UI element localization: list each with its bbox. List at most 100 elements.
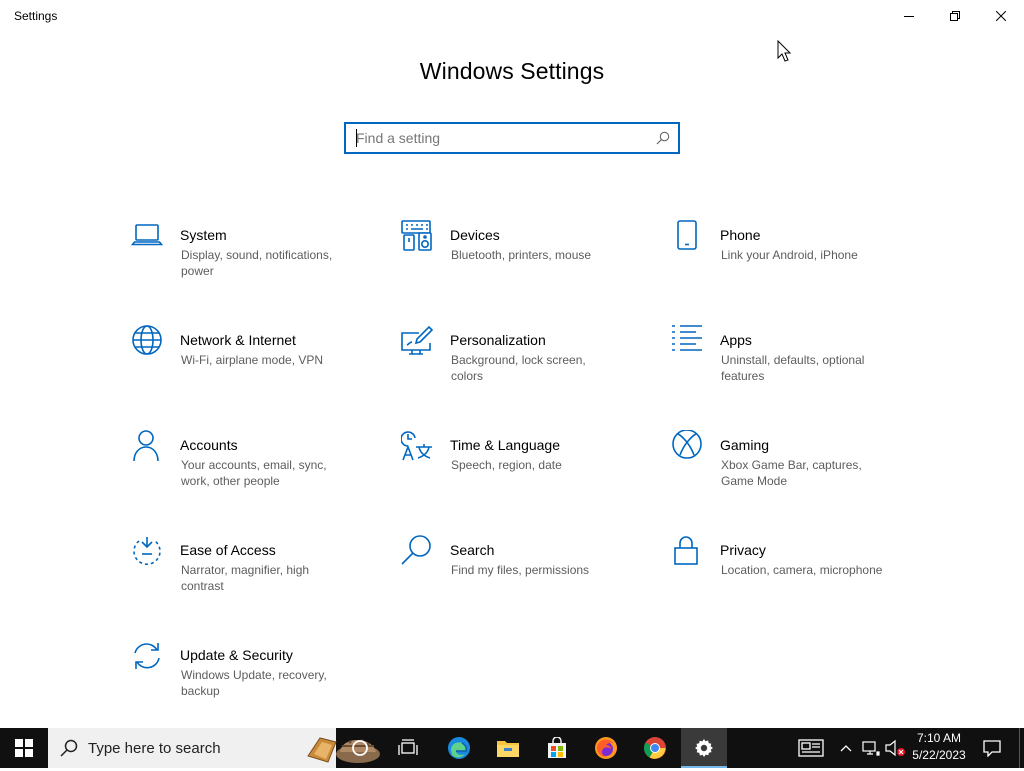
- taskbar: Type here to search 7:10 AM 5/22/2023: [0, 728, 1024, 768]
- restore-button[interactable]: [932, 0, 978, 32]
- mouse-pointer-icon: [777, 39, 792, 62]
- tile-name: Gaming: [720, 437, 770, 453]
- xbox-icon: [671, 429, 705, 464]
- settings-taskbar-button[interactable]: [681, 728, 727, 768]
- edge-taskbar-button[interactable]: [436, 728, 482, 768]
- paint-monitor-icon: [401, 325, 435, 359]
- apps-list-icon: [671, 325, 705, 359]
- person-icon: [131, 430, 165, 464]
- microsoft-store-button[interactable]: [534, 728, 580, 768]
- magnifier-icon: [401, 535, 435, 569]
- tile-name: Privacy: [720, 542, 766, 558]
- restore-icon: [950, 11, 960, 21]
- tile-name: System: [180, 227, 227, 243]
- start-button[interactable]: [0, 728, 48, 768]
- minimize-button[interactable]: [886, 0, 932, 32]
- news-icon: [798, 739, 824, 757]
- tile-description: Display, sound, notifications, power: [181, 248, 333, 278]
- chrome-icon: [644, 737, 666, 759]
- tile-name: Accounts: [180, 437, 238, 453]
- clock-date: 5/22/2023: [912, 748, 966, 762]
- window-title: Settings: [14, 9, 58, 23]
- search-icon: [60, 739, 78, 757]
- tile-description: Your accounts, email, sync, work, other …: [181, 458, 327, 488]
- clock-time: 7:10 AM: [916, 731, 962, 745]
- globe-icon: [131, 325, 165, 359]
- task-view-icon: [398, 739, 418, 755]
- firefox-icon: [595, 737, 617, 759]
- tile-search[interactable]: Search Find my files, permissions: [401, 535, 651, 615]
- lock-icon: [671, 535, 705, 569]
- tile-apps[interactable]: Apps Uninstall, defaults, optional featu…: [671, 325, 921, 405]
- volume-button[interactable]: [884, 728, 908, 768]
- show-desktop-button[interactable]: [1019, 728, 1024, 768]
- cortana-button[interactable]: [337, 728, 383, 768]
- keyboard-speaker-icon: [401, 220, 435, 254]
- tile-description: Windows Update, recovery, backup: [181, 668, 327, 698]
- tile-name: Update & Security: [180, 647, 293, 663]
- chevron-up-icon: [840, 745, 852, 752]
- search-icon[interactable]: [656, 131, 670, 145]
- time-language-icon: [400, 430, 435, 464]
- news-widget-button[interactable]: [794, 728, 828, 768]
- find-setting-search[interactable]: [344, 122, 680, 154]
- phone-icon: [671, 220, 705, 254]
- tile-name: Time & Language: [450, 437, 560, 453]
- tile-name: Devices: [450, 227, 500, 243]
- tile-phone[interactable]: Phone Link your Android, iPhone: [671, 220, 921, 300]
- taskbar-search-placeholder: Type here to search: [88, 740, 221, 757]
- network-button[interactable]: [860, 728, 882, 768]
- tile-accounts[interactable]: Accounts Your accounts, email, sync, wor…: [131, 430, 381, 510]
- volume-muted-icon: [885, 739, 905, 757]
- tile-update-security[interactable]: Update & Security Windows Update, recove…: [131, 640, 381, 720]
- title-bar[interactable]: Settings: [0, 0, 1024, 32]
- firefox-button[interactable]: [583, 728, 629, 768]
- tile-name: Phone: [720, 227, 761, 243]
- taskbar-clock[interactable]: 7:10 AM 5/22/2023: [908, 730, 970, 766]
- tile-description: Narrator, magnifier, high contrast: [181, 563, 310, 593]
- cortana-icon: [352, 740, 368, 756]
- tile-description: Bluetooth, printers, mouse: [451, 248, 592, 262]
- tile-description: Find my files, permissions: [451, 563, 590, 577]
- file-explorer-button[interactable]: [485, 728, 531, 768]
- taskbar-search-box[interactable]: Type here to search: [48, 728, 380, 768]
- tile-ease-of-access[interactable]: Ease of Access Narrator, magnifier, high…: [131, 535, 381, 615]
- chrome-button[interactable]: [632, 728, 678, 768]
- tile-system[interactable]: System Display, sound, notifications, po…: [130, 220, 381, 300]
- page-title: Windows Settings: [419, 58, 605, 84]
- laptop-icon: [130, 220, 165, 254]
- task-view-button[interactable]: [385, 728, 431, 768]
- tile-personalization[interactable]: Personalization Background, lock screen,…: [401, 325, 651, 405]
- store-bag-icon: [548, 737, 566, 758]
- tile-description: Uninstall, defaults, optional features: [721, 353, 865, 383]
- text-caret: [356, 129, 357, 147]
- minimize-icon: [904, 16, 914, 17]
- tile-description: Link your Android, iPhone: [721, 248, 858, 262]
- tile-name: Ease of Access: [180, 542, 276, 558]
- tile-name: Personalization: [450, 332, 546, 348]
- tile-privacy[interactable]: Privacy Location, camera, microphone: [671, 535, 921, 615]
- network-icon: [862, 741, 880, 756]
- tile-description: Xbox Game Bar, captures, Game Mode: [721, 458, 862, 488]
- tile-name: Network & Internet: [180, 332, 296, 348]
- tile-devices[interactable]: Devices Bluetooth, printers, mouse: [401, 220, 651, 300]
- sync-arrows-icon: [131, 640, 165, 674]
- action-center-button[interactable]: [970, 728, 1014, 768]
- tile-time-language[interactable]: Time & Language Speech, region, date: [400, 430, 651, 510]
- tile-name: Search: [450, 542, 495, 558]
- show-hidden-icons-button[interactable]: [836, 728, 856, 768]
- search-input[interactable]: [356, 128, 646, 148]
- tile-description: Location, camera, microphone: [721, 563, 883, 577]
- tile-description: Wi-Fi, airplane mode, VPN: [181, 353, 324, 367]
- close-button[interactable]: [978, 0, 1024, 32]
- settings-window: Settings Windows Settings System Display…: [0, 0, 1024, 728]
- tile-gaming[interactable]: Gaming Xbox Game Bar, captures, Game Mod…: [671, 429, 921, 510]
- folder-icon: [497, 741, 519, 757]
- notification-icon: [983, 740, 1001, 757]
- tile-name: Apps: [720, 332, 752, 348]
- close-icon: [996, 11, 1006, 21]
- tile-network-internet[interactable]: Network & Internet Wi-Fi, airplane mode,…: [131, 325, 381, 405]
- tile-description: Background, lock screen, colors: [451, 353, 586, 383]
- windows-logo-icon: [15, 739, 33, 757]
- edge-icon: [448, 737, 470, 759]
